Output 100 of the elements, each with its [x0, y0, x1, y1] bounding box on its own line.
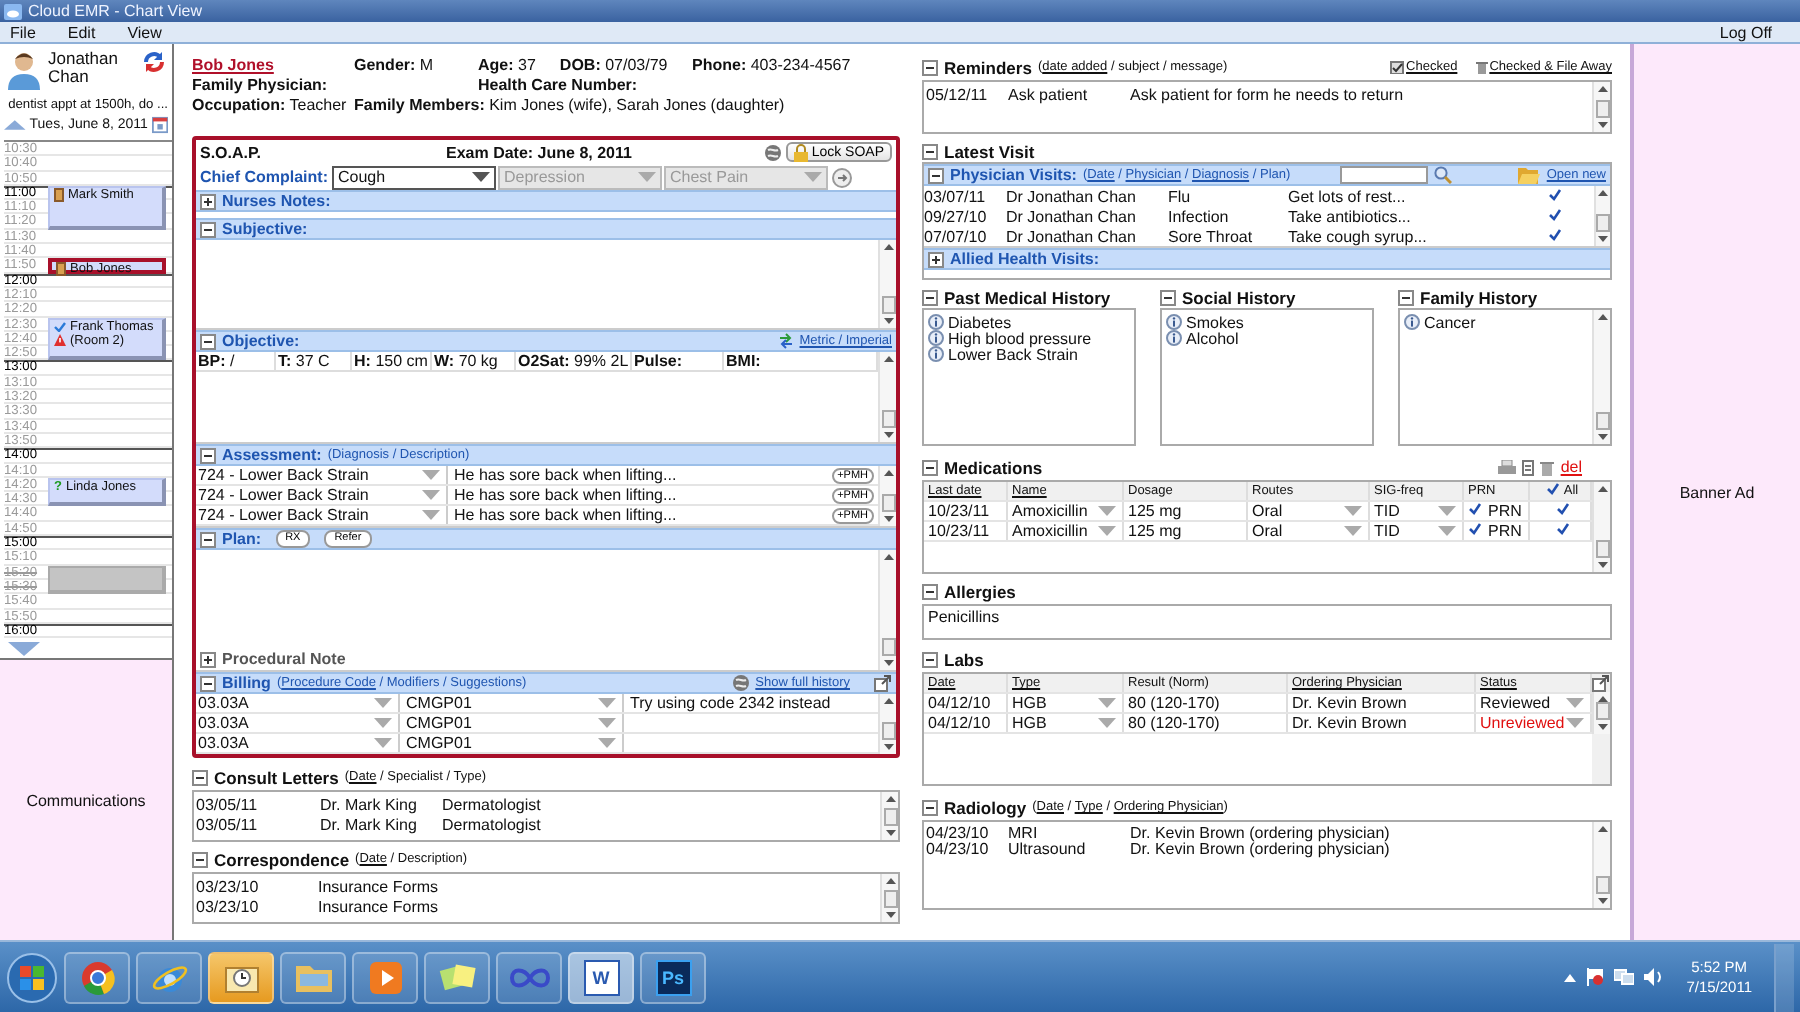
taskbar-app-button[interactable]: W: [568, 951, 634, 1003]
scroll-down-icon[interactable]: [1597, 122, 1607, 128]
vital-field[interactable]: W: 70 kg: [432, 352, 516, 372]
expand-icon[interactable]: [928, 251, 944, 267]
scrollbar[interactable]: [1592, 310, 1610, 444]
start-button[interactable]: [6, 951, 58, 1003]
scroll-down-icon[interactable]: [1597, 562, 1607, 568]
scrollbar[interactable]: [1592, 692, 1610, 734]
diagnosis-dropdown[interactable]: 724 - Lower Back Strain: [196, 486, 448, 504]
checkbox[interactable]: [1548, 227, 1562, 246]
collapse-icon[interactable]: [192, 769, 208, 785]
scrollbar-thumb[interactable]: [883, 890, 897, 908]
checkbox[interactable]: [1468, 522, 1482, 540]
scroll-up-icon[interactable]: [1597, 826, 1607, 832]
collapse-icon[interactable]: [200, 447, 216, 463]
description-field[interactable]: He has sore back when lifting...: [454, 486, 677, 504]
description-field[interactable]: He has sore back when lifting...: [454, 466, 677, 484]
refresh-icon[interactable]: [142, 50, 166, 74]
modifier-dropdown[interactable]: CMGP01: [400, 734, 624, 752]
procedure-code-dropdown[interactable]: 03.03A: [196, 734, 400, 752]
collapse-icon[interactable]: [922, 651, 938, 667]
vital-field[interactable]: Pulse:: [632, 352, 724, 372]
history-item[interactable]: Alcohol: [1186, 329, 1239, 347]
scroll-down-icon[interactable]: [883, 744, 893, 750]
history-item[interactable]: Smokes: [1186, 313, 1244, 331]
medication-dropdown[interactable]: Amoxicillin: [1008, 522, 1124, 540]
search-icon[interactable]: [1434, 166, 1453, 184]
radiology-row[interactable]: 04/23/10 MRI Dr. Kevin Brown (ordering physician): [926, 824, 1590, 840]
section-header[interactable]: Nurses Notes:: [196, 190, 896, 212]
collapse-icon[interactable]: [928, 167, 944, 183]
taskbar-app-button[interactable]: [136, 951, 202, 1003]
frequency-dropdown[interactable]: TID: [1370, 502, 1464, 520]
collapse-icon[interactable]: [922, 459, 938, 475]
scroll-down-icon[interactable]: [883, 660, 893, 666]
menu-item[interactable]: Edit: [65, 23, 98, 41]
popout-icon[interactable]: [874, 674, 892, 692]
log-off-link[interactable]: Log Off: [1719, 23, 1772, 41]
scrollbar[interactable]: [1594, 186, 1610, 246]
checkbox[interactable]: [1548, 208, 1562, 226]
vital-field[interactable]: T: 37 C: [276, 352, 352, 372]
scroll-up-icon[interactable]: [1597, 314, 1607, 320]
visit-row[interactable]: 07/07/10 Dr Jonathan Chan Sore Throat Take cough syrup...: [924, 226, 1594, 247]
trash-icon[interactable]: [1540, 459, 1555, 475]
collapse-icon[interactable]: [1160, 289, 1176, 305]
visit-row[interactable]: 03/07/11 Dr Jonathan Chan Flu Get lots of rest...: [924, 188, 1594, 208]
globe-icon[interactable]: [731, 674, 750, 692]
scroll-down-icon[interactable]: [883, 432, 893, 438]
letter-row[interactable]: 03/05/11 Dr. Mark King Dermatologist: [196, 794, 878, 814]
scrollbar-thumb[interactable]: [1595, 100, 1609, 118]
scrollbar-thumb[interactable]: [881, 638, 895, 656]
menu-item[interactable]: File: [8, 23, 38, 41]
document-icon[interactable]: [1522, 459, 1535, 475]
scroll-down-icon[interactable]: [1597, 724, 1607, 730]
scrollbar[interactable]: [880, 792, 898, 840]
collapse-icon[interactable]: [200, 675, 216, 691]
scrollbar-thumb[interactable]: [1595, 540, 1609, 558]
scrollbar[interactable]: [878, 240, 896, 328]
scrollbar-thumb[interactable]: [1596, 214, 1610, 232]
scrollbar-thumb[interactable]: [881, 410, 895, 428]
scrollbar-thumb[interactable]: [1595, 876, 1609, 894]
medication-dropdown[interactable]: Amoxicillin: [1008, 502, 1124, 520]
scrollbar-thumb[interactable]: [1595, 412, 1609, 430]
description-field[interactable]: He has sore back when lifting...: [454, 506, 677, 524]
calendar-icon[interactable]: [151, 116, 168, 134]
search-field[interactable]: [1340, 166, 1429, 184]
route-dropdown[interactable]: Oral: [1248, 522, 1370, 540]
vital-field[interactable]: BP: /: [196, 352, 276, 372]
volume-icon[interactable]: [1644, 968, 1665, 986]
checkbox[interactable]: [1548, 188, 1562, 207]
network-icon[interactable]: [1614, 968, 1635, 986]
scroll-up-icon[interactable]: [885, 878, 895, 884]
type-dropdown[interactable]: HGB: [1008, 714, 1124, 732]
popout-icon[interactable]: [1592, 674, 1610, 692]
scroll-up-icon[interactable]: [885, 796, 895, 802]
scrollbar[interactable]: [1592, 82, 1610, 132]
scroll-down-icon[interactable]: [885, 912, 895, 918]
scrollbar[interactable]: [1592, 822, 1610, 908]
scrollbar-thumb[interactable]: [881, 494, 895, 512]
scroll-up-icon[interactable]: [883, 356, 893, 362]
scrollbar-thumb[interactable]: [881, 296, 895, 314]
history-item[interactable]: Lower Back Strain: [948, 345, 1078, 363]
scroll-down-icon[interactable]: [1597, 898, 1607, 904]
scrollbar[interactable]: [878, 352, 896, 442]
diagnosis-dropdown[interactable]: 724 - Lower Back Strain: [196, 506, 448, 524]
scrollbar[interactable]: [880, 874, 898, 922]
scroll-up-icon[interactable]: [1598, 190, 1608, 196]
checkbox[interactable]: [1555, 522, 1569, 540]
scroll-up-icon[interactable]: [883, 698, 893, 704]
printer-icon[interactable]: [1498, 459, 1517, 475]
menu-item[interactable]: View: [125, 23, 164, 41]
scrollbar[interactable]: [878, 550, 896, 670]
modifier-dropdown[interactable]: CMGP01: [400, 714, 624, 732]
next-button[interactable]: [832, 167, 852, 187]
collapse-icon[interactable]: [922, 59, 938, 75]
route-dropdown[interactable]: Oral: [1248, 502, 1370, 520]
scrollbar[interactable]: [1592, 482, 1610, 572]
patient-name-link[interactable]: Bob Jones: [192, 56, 354, 76]
scrollbar-thumb[interactable]: [883, 808, 897, 826]
letter-row[interactable]: 03/05/11 Dr. Mark King Dermatologist: [196, 814, 878, 834]
flag-icon[interactable]: [1586, 968, 1605, 986]
